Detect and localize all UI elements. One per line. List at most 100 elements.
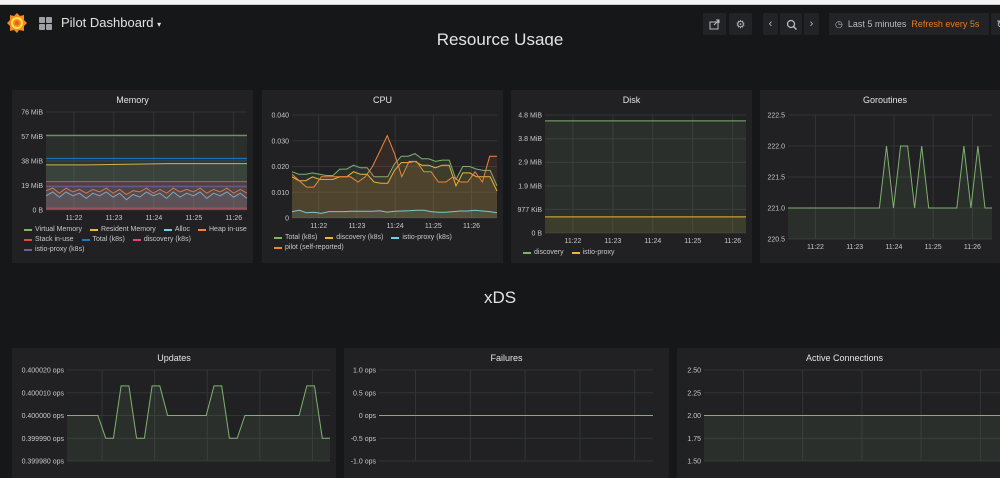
legend-item[interactable]: discovery (k8s) — [132, 236, 191, 243]
legend-label: Total (k8s) — [92, 236, 125, 243]
y-tick-label: 3.8 MiB — [518, 136, 542, 143]
y-tick-label: 0.040 — [271, 113, 289, 120]
y-tick-label: 222.5 — [767, 113, 785, 120]
row-title-resource-usage[interactable]: Resource Usage — [0, 30, 1000, 46]
y-tick-label: 76 MiB — [21, 110, 43, 117]
y-tick-label: 0.400000 ops — [22, 413, 65, 420]
refresh-interval: Refresh every 5s — [911, 19, 980, 29]
legend-swatch — [24, 228, 32, 231]
chart: 0.399980 ops 0.399990 ops 0.400000 ops 0.40… — [22, 368, 330, 466]
y-tick-label: 0 — [285, 216, 289, 223]
dashboards-grid-icon[interactable] — [39, 17, 52, 30]
legend-label: Virtual Memory — [35, 226, 82, 233]
panel-failures[interactable]: -1.0 ops -0.5 ops 0 ops 0.5 ops 1.0 ops Failu… — [344, 348, 669, 478]
refresh-icon: ↻ — [996, 18, 1000, 31]
legend-label: Alloc — [174, 226, 190, 233]
x-tick-label: 11:26 — [724, 238, 741, 245]
y-tick-label: 1.75 — [687, 436, 701, 443]
panel-updates[interactable]: 0.399980 ops 0.399990 ops 0.400000 ops 0.40… — [12, 348, 336, 478]
panel-cpu[interactable]: 0 0.010 0.020 0.030 0.040 11:22 11:23 11:24 11:2… — [262, 90, 503, 263]
legend-item[interactable]: istio-proxy — [571, 249, 615, 256]
legend-label: Total (k8s) — [285, 234, 318, 241]
legend-item[interactable]: Heap in-use — [198, 226, 247, 233]
x-tick-label: 11:23 — [846, 244, 863, 251]
y-tick-label: 0.400010 ops — [22, 390, 65, 397]
x-tick-label: 11:22 — [310, 223, 327, 230]
legend-item[interactable]: discovery (k8s) — [325, 234, 383, 241]
row-title-text: Resource Usage — [436, 30, 564, 46]
panel-active-connections[interactable]: 1.50 1.75 2.00 2.25 2.50 Active Connections — [677, 348, 1000, 478]
legend-item[interactable]: Stack in-use — [24, 236, 74, 243]
share-icon — [709, 19, 720, 29]
y-tick-label: 977 KiB — [517, 207, 542, 214]
legend-item[interactable]: Resident Memory — [89, 226, 156, 233]
y-tick-label: 0 ops — [359, 413, 377, 420]
legend-item[interactable]: pilot (self-reported) — [274, 244, 344, 251]
y-tick-label: 222.0 — [767, 144, 785, 151]
chart: 1.50 1.75 2.00 2.25 2.50 — [687, 368, 1000, 466]
legend-item[interactable]: Virtual Memory — [24, 226, 82, 233]
y-tick-label: -1.0 ops — [351, 459, 377, 466]
legend-swatch — [24, 248, 32, 251]
y-tick-label: 2.00 — [687, 413, 701, 420]
y-tick-label: 1.9 MiB — [518, 183, 542, 190]
legend-swatch — [24, 238, 32, 241]
y-tick-label: 57 MiB — [21, 134, 43, 141]
x-tick-label: 11:23 — [604, 238, 621, 245]
y-tick-label: 0.020 — [271, 164, 289, 171]
legend-swatch — [325, 236, 334, 239]
legend-item[interactable]: Total (k8s) — [81, 236, 125, 243]
x-tick-label: 11:26 — [463, 223, 480, 230]
chart: 220.5 221.0 221.5 222.0 222.5 11:22 11:23 11:24… — [767, 113, 992, 251]
legend-label: istio-proxy — [582, 249, 615, 256]
legend-item[interactable]: istio-proxy (k8s) — [391, 234, 452, 241]
legend-item[interactable]: discovery — [523, 249, 564, 256]
chevron-right-icon: › — [809, 18, 814, 30]
x-tick-label: 11:22 — [65, 215, 82, 222]
legend-label: discovery — [534, 249, 564, 256]
panel-title[interactable]: Failures — [344, 353, 669, 363]
panel-title[interactable]: Active Connections — [677, 353, 1000, 363]
legend-label: pilot (self-reported) — [285, 244, 344, 251]
x-tick-label: 11:25 — [185, 215, 202, 222]
y-tick-label: 221.5 — [767, 175, 785, 182]
zoom-out-icon — [786, 19, 797, 30]
x-tick-label: 11:25 — [425, 223, 442, 230]
y-tick-label: 2.50 — [687, 368, 701, 375]
panel-memory[interactable]: 0 B 19 MiB 38 MiB 57 MiB 76 MiB 11:22 11:23 11:… — [12, 90, 253, 263]
y-tick-label: 19 MiB — [21, 183, 43, 190]
panel-title[interactable]: Disk — [511, 95, 752, 105]
legend-label: Resident Memory — [100, 226, 156, 233]
y-tick-label: 0 B — [531, 231, 542, 238]
x-tick-label: 11:23 — [105, 215, 122, 222]
series-area — [704, 415, 1000, 461]
panel-disk[interactable]: 0 B 977 KiB 1.9 MiB 2.9 MiB 3.8 MiB 4.8 MiB 11… — [511, 90, 752, 263]
y-tick-label: 221.0 — [767, 206, 785, 213]
x-tick-label: 11:23 — [348, 223, 365, 230]
x-tick-label: 11:26 — [964, 244, 981, 251]
panel-title[interactable]: Memory — [12, 95, 253, 105]
row-title-xds[interactable]: xDS — [0, 288, 1000, 308]
y-tick-label: 2.25 — [687, 390, 701, 397]
chevron-left-icon: ‹ — [768, 18, 773, 30]
panel-title[interactable]: CPU — [262, 95, 503, 105]
panel-title[interactable]: Goroutines — [760, 95, 1000, 105]
legend-swatch — [523, 251, 531, 254]
panel-title[interactable]: Updates — [12, 353, 336, 363]
y-tick-label: 1.50 — [687, 459, 701, 466]
y-tick-label: 0.399990 ops — [22, 436, 65, 443]
legend: Virtual Memory Resident Memory Alloc Heap i… — [24, 226, 253, 253]
x-tick-label: 11:25 — [684, 238, 701, 245]
legend-item[interactable]: istio-proxy (k8s) — [24, 246, 84, 253]
legend-item[interactable]: Alloc — [163, 226, 190, 233]
x-tick-label: 11:22 — [807, 244, 824, 251]
y-tick-label: 0.010 — [271, 190, 289, 197]
y-tick-label: 220.5 — [767, 237, 785, 244]
dashboard-title-dropdown[interactable]: Pilot Dashboard ▾ — [61, 15, 161, 30]
y-tick-label: 0 B — [32, 208, 43, 215]
y-tick-label: 0.030 — [271, 138, 289, 145]
legend-item[interactable]: Total (k8s) — [274, 234, 317, 241]
series-area — [67, 385, 330, 461]
legend-label: discovery (k8s) — [143, 236, 191, 243]
panel-goroutines[interactable]: 220.5 221.0 221.5 222.0 222.5 11:22 11:23 11:24… — [760, 90, 1000, 263]
